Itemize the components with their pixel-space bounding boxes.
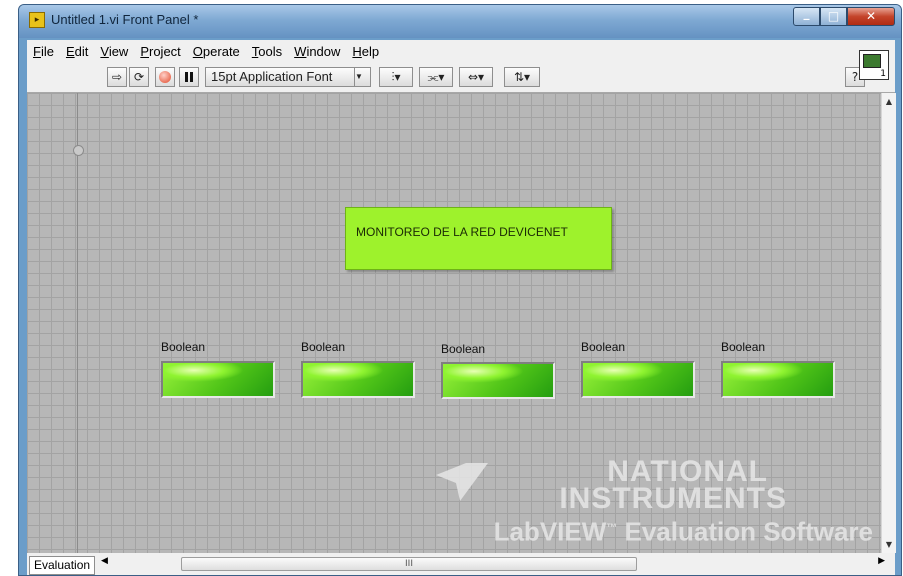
vi-icon-number: 1 [880,69,886,79]
scroll-up-icon[interactable]: ▲ [882,97,896,106]
close-button[interactable]: ✕ [847,7,895,26]
reorder-icon: ⇅▾ [513,70,531,84]
watermark-brand: LabVIEW [493,517,607,547]
status-bar: Evaluation ◀ III ▶ [27,553,895,575]
run-continuously-button[interactable]: ⟳ [129,67,149,87]
watermark-rest: Evaluation Software [624,517,874,547]
watermark-instruments: INSTRUMENTS [559,482,787,516]
toolbar: ⇨ ⟳ 15pt Application Font ▼ ⫶▾ ⫘▾ ⇔▾ ⇅▾ … [27,50,895,93]
resize-objects-button[interactable]: ⇔▾ [459,67,493,87]
front-panel[interactable]: MONITOREO DE LA RED DEVICENET Boolean Bo… [27,93,881,553]
close-icon: ✕ [865,9,877,23]
boolean-label-4: Boolean [581,340,626,354]
font-selector-value: 15pt Application Font [211,69,333,84]
distribute-objects-icon: ⫘▾ [427,70,445,84]
minimize-button[interactable]: _ [793,6,820,26]
evaluation-watermark: NATIONAL INSTRUMENTS LabVIEW™ Evaluation… [435,457,873,547]
run-continuously-icon: ⟳ [133,70,145,84]
scroll-grip: III [405,559,413,569]
evaluation-tab[interactable]: Evaluation [29,556,96,575]
panel-origin-line [77,93,78,553]
align-objects-button[interactable]: ⫶▾ [379,67,413,87]
distribute-objects-button[interactable]: ⫘▾ [419,67,453,87]
menu-help[interactable]: Help [346,44,385,59]
labview-window: ▸ Untitled 1.vi Front Panel * _ □ ✕ File… [18,4,902,576]
maximize-button[interactable]: □ [820,7,847,26]
resize-objects-icon: ⇔▾ [467,70,485,84]
font-selector[interactable]: 15pt Application Font ▼ [205,67,371,87]
context-help-icon: ? [851,70,859,84]
menu-view[interactable]: View [94,44,134,59]
boolean-led-2[interactable] [301,361,415,398]
boolean-led-4[interactable] [581,361,695,398]
vertical-scrollbar[interactable]: ▲ ▼ [881,93,896,553]
abort-icon [159,71,171,83]
boolean-led-5[interactable] [721,361,835,398]
labview-app-icon: ▸ [29,12,45,28]
title-string-text: MONITOREO DE LA RED DEVICENET [356,225,568,239]
maximize-icon: □ [827,9,840,23]
minimize-icon: _ [803,6,810,20]
window-title: Untitled 1.vi Front Panel * [51,12,199,27]
vi-icon-graphic [863,54,881,68]
menu-project[interactable]: Project [134,44,186,59]
align-objects-icon: ⫶▾ [391,70,401,84]
watermark-labview: LabVIEW™ Evaluation Software [494,513,873,547]
menu-window[interactable]: Window [288,44,346,59]
scroll-left-icon[interactable]: ◀ [101,556,108,566]
menu-tools[interactable]: Tools [246,44,288,59]
window-controls: _ □ ✕ [793,6,895,27]
title-string-indicator[interactable]: MONITOREO DE LA RED DEVICENET [345,207,612,270]
vi-icon[interactable]: 1 [859,50,889,80]
boolean-led-3[interactable] [441,362,555,399]
boolean-led-1[interactable] [161,361,275,398]
scroll-down-icon[interactable]: ▼ [882,540,896,549]
horizontal-scroll-thumb[interactable]: III [181,557,637,571]
boolean-label-2: Boolean [301,340,346,354]
chevron-down-icon: ▼ [354,68,370,86]
panel-origin-marker [73,145,84,156]
run-arrow-icon: ⇨ [111,70,123,84]
boolean-label-3: Boolean [441,342,486,356]
run-button[interactable]: ⇨ [107,67,127,87]
title-bar[interactable]: ▸ Untitled 1.vi Front Panel * _ □ ✕ [19,5,901,38]
menu-file[interactable]: File [27,44,60,59]
pause-button[interactable] [179,67,199,87]
menu-bar: File Edit View Project Operate Tools Win… [27,40,895,62]
scroll-right-icon[interactable]: ▶ [878,556,885,566]
menu-edit[interactable]: Edit [60,44,94,59]
reorder-button[interactable]: ⇅▾ [504,67,540,87]
boolean-label-5: Boolean [721,340,766,354]
boolean-label-1: Boolean [161,340,206,354]
menu-operate[interactable]: Operate [187,44,246,59]
ni-eagle-logo-icon [435,463,488,502]
pause-icon [185,72,193,82]
watermark-tm: ™ [606,522,618,535]
abort-button[interactable] [155,67,175,87]
